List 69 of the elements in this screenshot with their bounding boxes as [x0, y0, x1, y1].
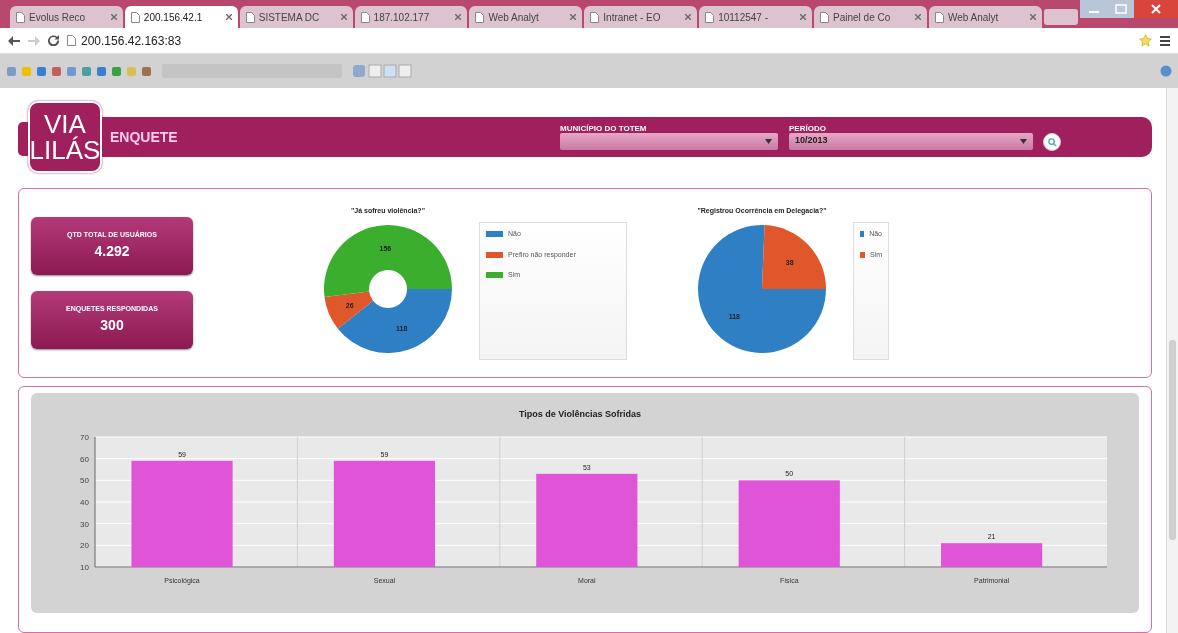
- reload-icon[interactable]: [48, 35, 59, 46]
- dropdown[interactable]: 10/2013: [789, 132, 1033, 150]
- bookmark-icon[interactable]: [141, 65, 152, 77]
- caret-icon: [765, 138, 772, 144]
- browser-tab[interactable]: Intranet - EO: [584, 6, 698, 28]
- page-icon: [590, 11, 600, 23]
- bookmark-icon[interactable]: [81, 65, 92, 77]
- page-icon: [820, 11, 829, 23]
- close-icon[interactable]: [455, 14, 462, 20]
- bookmark-icon[interactable]: [51, 65, 62, 77]
- close-icon[interactable]: [570, 14, 577, 20]
- caret-icon: [1020, 138, 1027, 144]
- field-label: MUNICÍPIO DO TOTEM: [560, 124, 648, 133]
- stat-value: 4.292: [94, 241, 130, 261]
- page-icon: [16, 11, 25, 23]
- browser-tab[interactable]: SISTEMA DC: [239, 6, 353, 28]
- axis-tick-label: 60: [80, 454, 89, 464]
- search-button[interactable]: [1043, 133, 1061, 151]
- field-label: PERÍODO: [789, 124, 827, 133]
- page-icon: [360, 11, 370, 23]
- stat-value: 300: [100, 315, 124, 335]
- close-icon[interactable]: [800, 14, 806, 20]
- address-field[interactable]: 200.156.42.163:83: [81, 31, 182, 50]
- browser-tab[interactable]: Evolus Reco: [10, 6, 123, 28]
- axis-tick-label: 70: [80, 433, 89, 442]
- axis-tick-label: 50: [80, 476, 89, 486]
- info-icon[interactable]: [1160, 65, 1172, 77]
- axis-tick-label: 20: [80, 541, 89, 551]
- page-icon: [475, 11, 485, 23]
- toolbar-icon[interactable]: [352, 64, 412, 78]
- page-icon: [245, 11, 255, 23]
- star-icon[interactable]: [1139, 34, 1152, 47]
- minimize-icon[interactable]: [1080, 0, 1108, 18]
- browser-tab[interactable]: 10112547 -: [699, 6, 812, 28]
- scrollbar[interactable]: [1166, 88, 1178, 633]
- browser-tab[interactable]: Painel de Co: [814, 6, 927, 28]
- forward-icon[interactable]: [28, 35, 40, 46]
- browser-tab[interactable]: 200.156.42.1: [124, 6, 238, 28]
- axis-tick-label: 40: [80, 498, 89, 507]
- axis-tick-label: 30: [80, 519, 89, 529]
- close-icon[interactable]: [914, 14, 921, 20]
- bookmark-icon[interactable]: [111, 65, 122, 77]
- bookmark-icon[interactable]: [6, 65, 17, 77]
- page-icon: [130, 11, 140, 23]
- page-title: ENQUETE: [110, 127, 179, 147]
- page-icon: [934, 11, 944, 23]
- chart-title: Tipos de Violências Sofridas: [518, 409, 642, 419]
- browser-tab[interactable]: Web Analyt: [928, 6, 1042, 28]
- close-icon[interactable]: [1029, 14, 1036, 20]
- dropdown[interactable]: [560, 132, 778, 150]
- bookmark-icon[interactable]: [36, 65, 47, 77]
- bookmark-icon[interactable]: [96, 65, 107, 77]
- browser-tab[interactable]: Web Analyt: [469, 6, 583, 28]
- maximize-icon[interactable]: [1108, 0, 1134, 18]
- bookmark-icon[interactable]: [66, 65, 77, 77]
- back-icon[interactable]: [8, 35, 20, 46]
- close-icon[interactable]: [340, 14, 347, 20]
- axis-tick-label: 10: [80, 563, 89, 572]
- new-tab-button[interactable]: [1043, 9, 1078, 25]
- close-icon[interactable]: [685, 14, 692, 20]
- close-icon[interactable]: [1134, 0, 1178, 18]
- menu-icon[interactable]: [1160, 35, 1170, 46]
- close-icon[interactable]: [225, 14, 232, 20]
- page-icon: [67, 35, 76, 46]
- search-icon: [1047, 137, 1057, 147]
- close-icon[interactable]: [110, 14, 117, 20]
- logo: VIA LILÁS: [28, 101, 102, 173]
- page-icon: [705, 11, 715, 23]
- browser-tab[interactable]: 187.102.177: [354, 6, 468, 28]
